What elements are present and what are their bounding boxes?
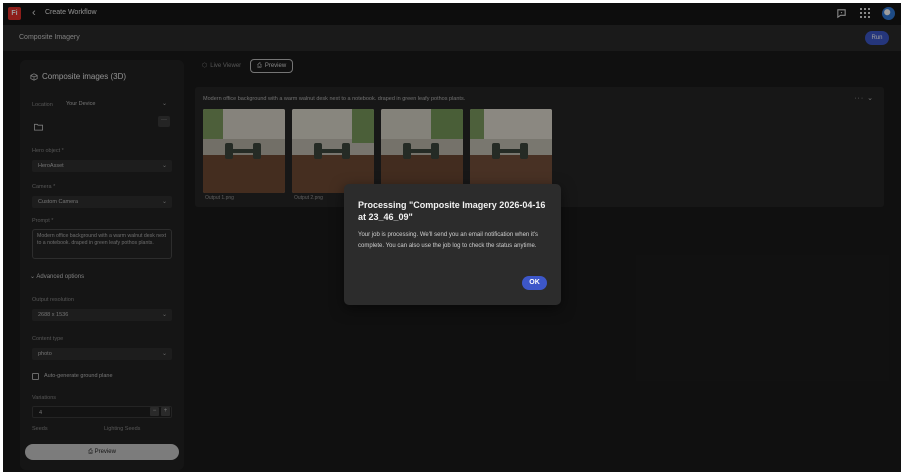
- processing-dialog: Processing "Composite Imagery 2026-04-16…: [344, 184, 561, 305]
- dialog-message: Your job is processing. We'll send you a…: [358, 232, 539, 249]
- ok-button[interactable]: OK: [522, 276, 547, 290]
- app-window: Fi ‹ Create Workflow Composite Imagery R…: [3, 3, 901, 472]
- dialog-title: Processing "Composite Imagery 2026-04-16…: [358, 200, 546, 222]
